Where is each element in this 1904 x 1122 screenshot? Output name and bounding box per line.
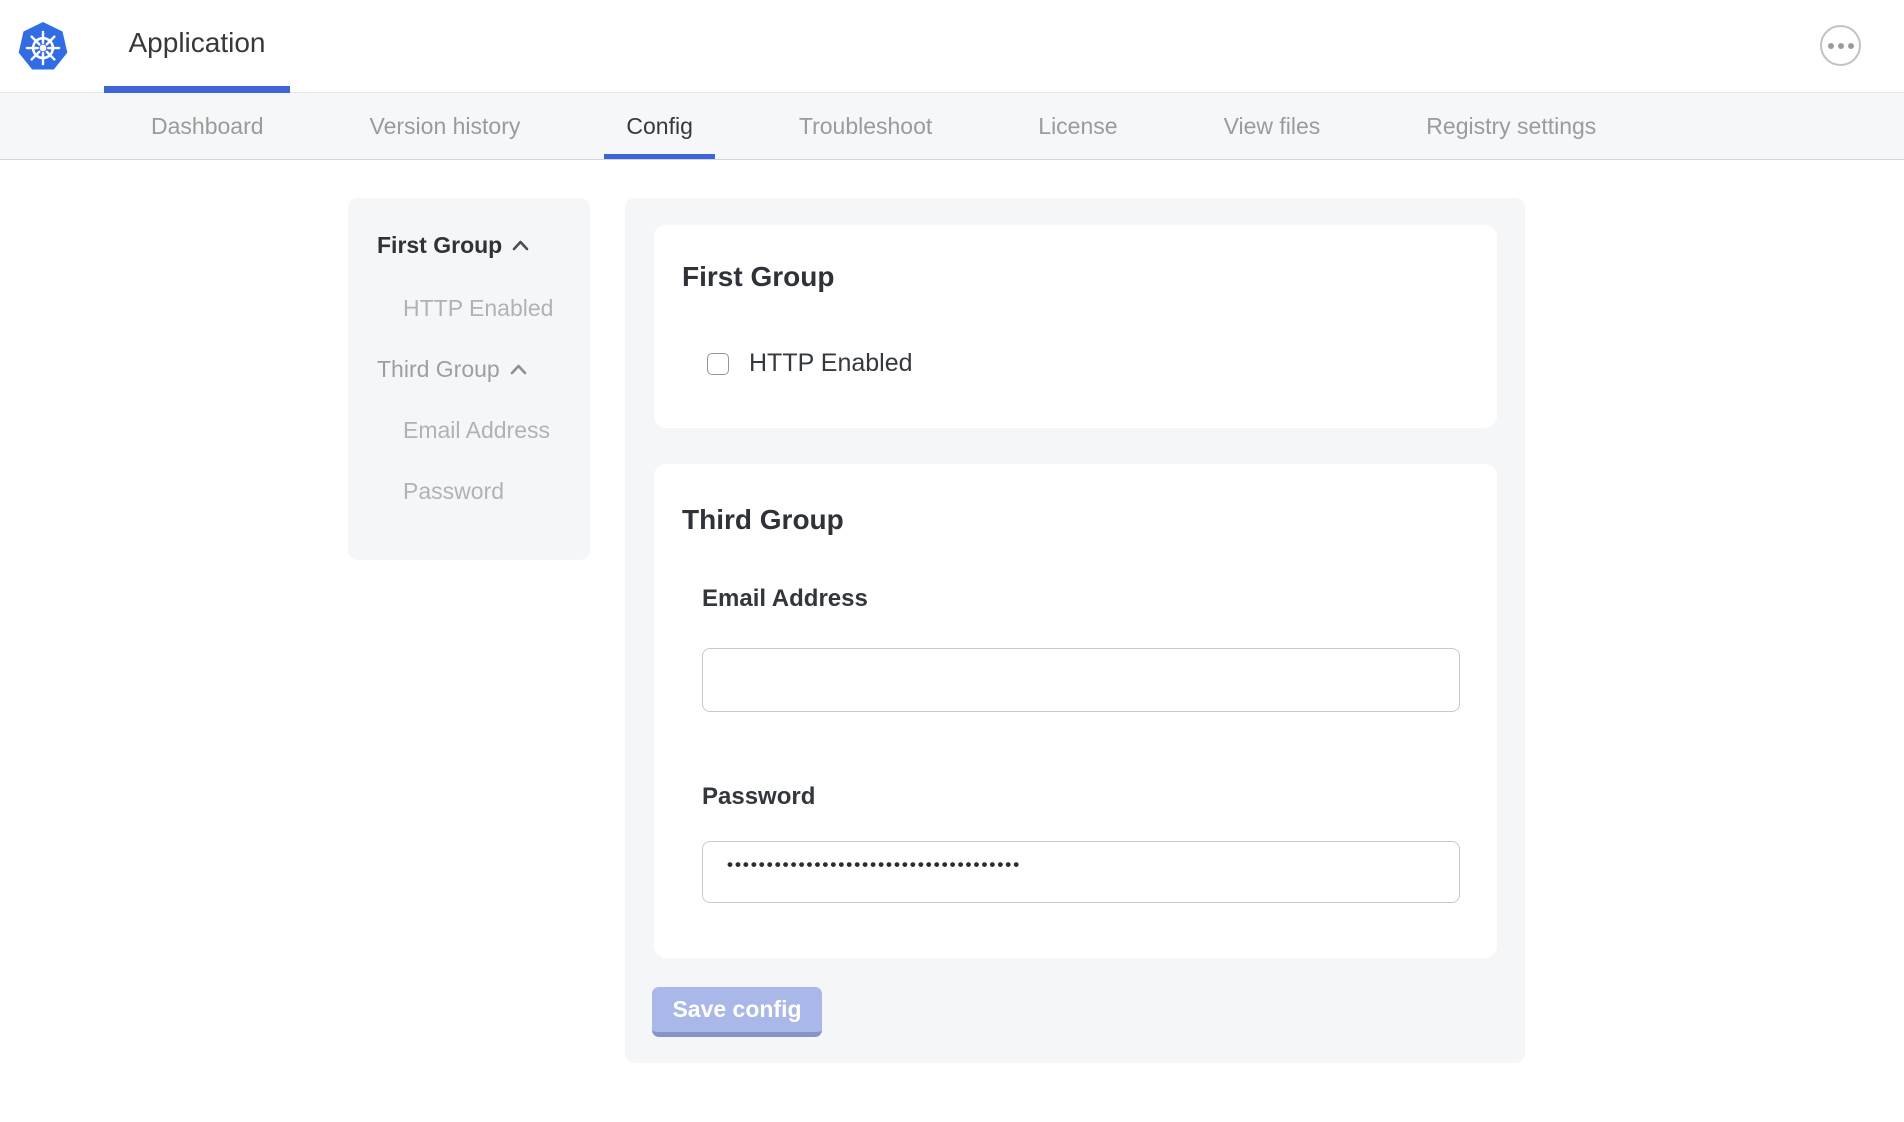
tab-dashboard[interactable]: Dashboard <box>151 93 264 159</box>
config-group-card-first: First Group HTTP Enabled <box>654 225 1497 428</box>
sidebar-item-label: First Group <box>377 232 502 259</box>
password-label: Password <box>702 783 815 811</box>
checkbox-label: HTTP Enabled <box>749 349 913 378</box>
app-navbar: Dashboard Version history Config Trouble… <box>0 93 1904 160</box>
app-header: Application <box>0 0 1904 93</box>
http-enabled-option[interactable]: HTTP Enabled <box>707 349 913 378</box>
sidebar-item-http-enabled[interactable]: HTTP Enabled <box>403 295 553 322</box>
config-group-card-third: Third Group Email Address Password <box>654 464 1497 958</box>
password-input[interactable] <box>702 841 1460 903</box>
email-address-label: Email Address <box>702 585 868 613</box>
sidebar-item-password[interactable]: Password <box>403 478 504 505</box>
group-title: First Group <box>682 261 834 293</box>
save-config-button[interactable]: Save config <box>652 987 822 1037</box>
config-sidebar: First Group HTTP Enabled Third Group Ema… <box>348 198 590 560</box>
chevron-up-icon <box>510 364 527 375</box>
tab-config[interactable]: Config <box>626 93 692 159</box>
tab-troubleshoot[interactable]: Troubleshoot <box>799 93 932 159</box>
kubernetes-logo-icon <box>17 21 69 73</box>
sidebar-item-label: Email Address <box>403 417 550 444</box>
http-enabled-checkbox[interactable] <box>707 353 729 375</box>
sidebar-item-label: HTTP Enabled <box>403 295 553 322</box>
config-form-panel: First Group HTTP Enabled Third Group Ema… <box>625 198 1525 1063</box>
sidebar-item-email-address[interactable]: Email Address <box>403 417 550 444</box>
sidebar-item-first-group[interactable]: First Group <box>377 232 529 259</box>
group-title: Third Group <box>682 504 844 536</box>
tab-license[interactable]: License <box>1038 93 1117 159</box>
sidebar-item-label: Password <box>403 478 504 505</box>
sidebar-item-third-group[interactable]: Third Group <box>377 356 527 383</box>
tab-application[interactable]: Application <box>104 0 290 93</box>
config-page: First Group HTTP Enabled Third Group Ema… <box>0 160 1904 1122</box>
tab-view-files[interactable]: View files <box>1224 93 1321 159</box>
email-address-input[interactable] <box>702 648 1460 712</box>
ellipsis-menu-icon[interactable] <box>1820 25 1861 66</box>
tab-version-history[interactable]: Version history <box>370 93 521 159</box>
tab-registry-settings[interactable]: Registry settings <box>1426 93 1596 159</box>
sidebar-item-label: Third Group <box>377 356 500 383</box>
chevron-up-icon <box>512 240 529 251</box>
